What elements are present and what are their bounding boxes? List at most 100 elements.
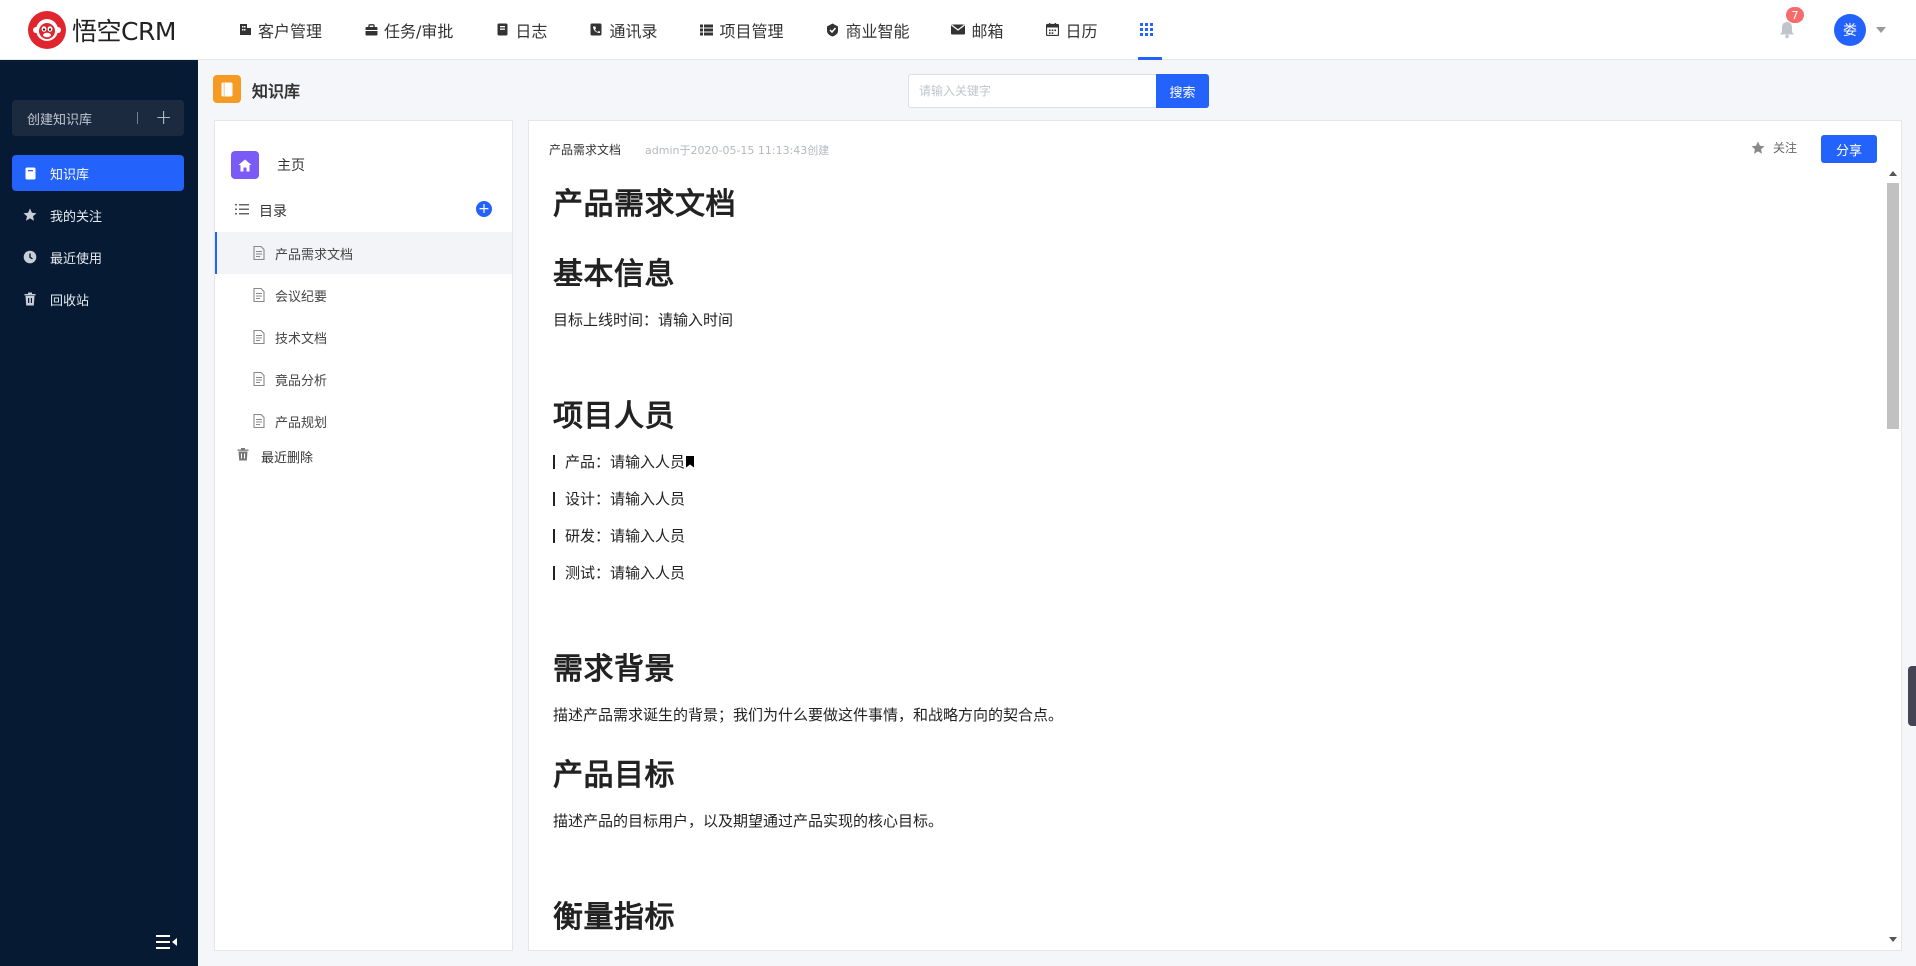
add-document-icon[interactable]: +: [476, 201, 492, 217]
people-item-text: 研发：请输入人员: [565, 527, 686, 545]
search-button[interactable]: 搜索: [1156, 74, 1209, 108]
sidebar-item-label: 知识库: [50, 167, 90, 183]
doc-name: 产品需求文档: [549, 143, 622, 157]
book-icon: [495, 23, 509, 37]
doc-item-label: 技术文档: [275, 331, 328, 347]
app-logo[interactable]: 悟空CRM: [28, 10, 208, 49]
bullet-bar: [553, 454, 555, 469]
collapse-sidebar-icon[interactable]: [156, 934, 180, 952]
sidebar-menu: 知识库 我的关注 最近使用 回收站: [12, 155, 184, 323]
document-icon: [253, 414, 265, 428]
notification-bell[interactable]: 7: [1776, 7, 1804, 41]
search-bar: 搜索: [908, 74, 1209, 108]
bell-icon: [1780, 22, 1794, 39]
people-item-test: 测试：请输入人员: [553, 562, 685, 583]
search-input[interactable]: [908, 74, 1156, 108]
people-item-text: 设计：请输入人员: [565, 490, 686, 508]
document-icon: [253, 372, 265, 386]
launch-time-text: 目标上线时间：请输入时间: [553, 311, 734, 329]
section-heading-people: 项目人员: [553, 399, 675, 434]
nav-label: 项目管理: [719, 21, 784, 41]
sidebar-item-my-follows[interactable]: 我的关注: [12, 197, 184, 233]
create-knowledge-base-button[interactable]: 创建知识库 +: [12, 100, 184, 136]
document-icon: [253, 246, 265, 260]
list-icon: [699, 23, 713, 37]
document-icon: [253, 330, 265, 344]
knowledge-base-icon: [213, 75, 241, 103]
app-logo-text: 悟空CRM: [72, 16, 176, 46]
briefcase-icon: [364, 23, 378, 37]
floating-side-widget[interactable]: [1908, 666, 1916, 726]
sidebar-item-knowledge-base[interactable]: 知识库: [12, 155, 184, 191]
doc-item-product-planning[interactable]: 产品规划: [215, 400, 512, 442]
tree-home[interactable]: 主页: [231, 151, 305, 179]
doc-item-product-requirements[interactable]: 产品需求文档: [215, 232, 512, 274]
sidebar-item-recycle-bin[interactable]: 回收站: [12, 281, 184, 317]
shield-check-icon: [825, 23, 839, 37]
trash-icon: [237, 448, 251, 465]
scroll-down-arrow[interactable]: [1889, 937, 1897, 942]
doc-title-heading: 产品需求文档: [553, 187, 736, 222]
toc-label: 目录: [259, 204, 287, 220]
star-icon: [1751, 141, 1765, 154]
nav-label: 客户管理: [258, 21, 323, 41]
scrollbar-thumb[interactable]: [1887, 183, 1899, 429]
nav-mailbox[interactable]: 邮箱: [951, 0, 1004, 60]
nav-calendar[interactable]: 日历: [1046, 0, 1098, 60]
doc-item-technical-docs[interactable]: 技术文档: [215, 316, 512, 358]
notification-badge: 7: [1786, 7, 1804, 23]
nav-tasks-approval[interactable]: 任务/审批: [364, 0, 453, 60]
sidebar-item-label: 最近使用: [50, 251, 103, 267]
building-icon: [238, 23, 252, 37]
sidebar: 创建知识库 + 知识库 我的关注 最近使用 回收站: [0, 60, 198, 966]
doc-item-label: 产品规划: [275, 415, 328, 431]
goal-text: 描述产品的目标用户，以及期望通过产品实现的核心目标。: [553, 812, 944, 830]
page-title: 知识库: [252, 82, 301, 101]
nav-label: 通讯录: [609, 21, 658, 41]
nav-label: 日历: [1065, 21, 1098, 41]
people-item-dev: 研发：请输入人员: [553, 525, 685, 546]
chevron-down-icon[interactable]: [1876, 27, 1886, 33]
home-icon: [231, 151, 259, 179]
sidebar-item-recent[interactable]: 最近使用: [12, 239, 184, 275]
background-text: 描述产品需求诞生的背景；我们为什么要做这件事情，和战略方向的契合点。: [553, 706, 1064, 724]
monkey-logo-icon: [28, 10, 66, 49]
create-kb-label: 创建知识库: [27, 112, 93, 128]
bullet-bar: [553, 565, 555, 580]
header-actions: 7 娄: [1776, 0, 1886, 60]
share-button[interactable]: 分享: [1821, 135, 1877, 163]
nav-log[interactable]: 日志: [495, 0, 547, 60]
plus-icon[interactable]: +: [155, 106, 172, 128]
follow-button[interactable]: 关注: [1751, 139, 1797, 156]
doc-meta: 产品需求文档 admin于2020-05-15 11:13:43创建: [549, 141, 829, 158]
recently-deleted[interactable]: 最近删除: [237, 447, 313, 466]
doc-item-label: 竟品分析: [275, 373, 328, 389]
nav-apps-grid[interactable]: [1137, 0, 1162, 60]
sidebar-item-label: 我的关注: [50, 209, 103, 225]
doc-created-info: admin于2020-05-15 11:13:43创建: [645, 143, 830, 157]
nav-label: 商业智能: [845, 21, 910, 41]
user-avatar[interactable]: 娄: [1834, 14, 1866, 46]
doc-item-meeting-minutes[interactable]: 会议纪要: [215, 274, 512, 316]
home-label: 主页: [277, 158, 305, 174]
bullet-bar: [553, 491, 555, 506]
nav-label: 邮箱: [971, 21, 1004, 41]
grid-icon: [1140, 23, 1154, 37]
nav-project-management[interactable]: 项目管理: [699, 0, 783, 60]
doc-item-competitor-analysis[interactable]: 竟品分析: [215, 358, 512, 400]
section-heading-goal: 产品目标: [553, 758, 675, 793]
nav-contacts[interactable]: 通讯录: [589, 0, 657, 60]
document-panel: 产品需求文档 admin于2020-05-15 11:13:43创建 关注 分享…: [528, 120, 1902, 951]
scroll-up-arrow[interactable]: [1889, 171, 1897, 176]
section-heading-basic-info: 基本信息: [553, 257, 675, 292]
nav-business-intelligence[interactable]: 商业智能: [825, 0, 909, 60]
trash-icon: [22, 291, 38, 307]
nav-customer-management[interactable]: 客户管理: [238, 0, 322, 60]
toc-header[interactable]: 目录 +: [235, 201, 492, 221]
document-icon: [253, 288, 265, 302]
contacts-icon: [589, 23, 603, 37]
book-icon: [22, 165, 38, 181]
recently-deleted-label: 最近删除: [261, 451, 314, 466]
people-item-design: 设计：请输入人员: [553, 488, 685, 509]
doc-tree-panel: 主页 目录 + 产品需求文档 会议纪要 技术文档 竟品分析 产品规划 最近删除: [214, 120, 513, 951]
